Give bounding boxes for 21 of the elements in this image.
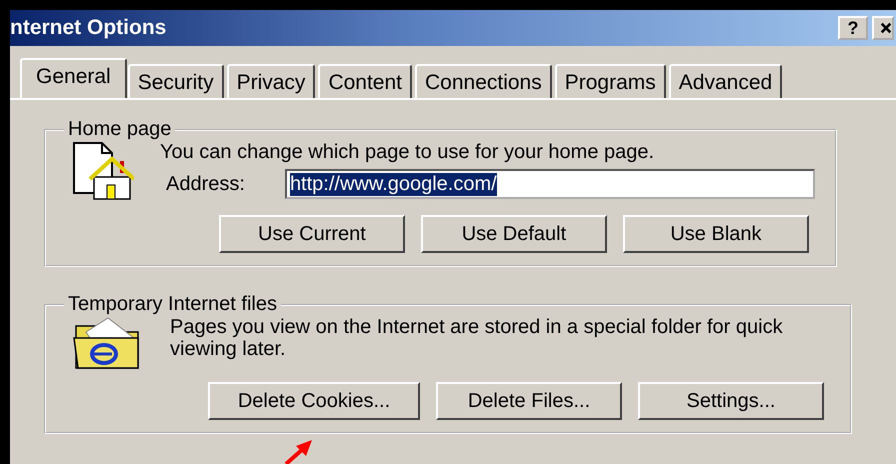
description-text: Pages you view on the Internet are stored in a special folder for quick viewing later. — [170, 316, 784, 362]
action-button[interactable]: Use Blank — [622, 215, 809, 253]
group-title: Home page — [67, 118, 172, 141]
action-button[interactable]: Settings... — [638, 382, 824, 420]
tab[interactable]: General — [20, 58, 127, 98]
group-title: Temporary Internet files — [67, 293, 278, 316]
action-button[interactable]: Use Default — [420, 215, 607, 253]
action-button[interactable]: Delete Cookies... — [208, 382, 420, 420]
tab[interactable]: Connections — [415, 64, 552, 98]
action-button[interactable]: Use Current — [218, 215, 405, 253]
tab[interactable]: Advanced — [668, 64, 782, 98]
tab[interactable]: Content — [318, 64, 412, 98]
help-button[interactable]: ? — [838, 16, 868, 40]
tab[interactable]: Security — [128, 64, 224, 98]
window-title: nternet Options — [10, 16, 166, 40]
tab[interactable]: Programs — [554, 64, 666, 98]
action-button[interactable]: Delete Files... — [436, 382, 622, 420]
description-text: You can change which page to use for your home page. — [160, 141, 656, 163]
tab[interactable]: Privacy — [226, 64, 316, 98]
address-label: Address: — [166, 172, 245, 196]
address-field[interactable]: http://www.google.com/ — [284, 169, 815, 199]
